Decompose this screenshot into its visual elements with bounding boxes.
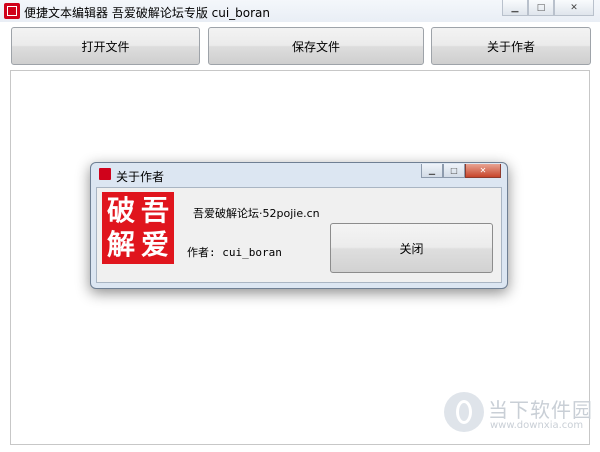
- seal-char: 破: [106, 194, 135, 227]
- window-title: 便捷文本编辑器 吾爱破解论坛专版 cui_boran: [24, 6, 271, 20]
- about-dialog: 关于作者 ▁ □ ✕ 破 吾 解 爱 吾爱破解论坛·52pojie.cn 作者:…: [90, 162, 508, 289]
- seal-char: 吾: [140, 194, 169, 227]
- watermark-name: 当下软件园: [488, 398, 593, 422]
- site-text: 吾爱破解论坛·52pojie.cn: [193, 207, 320, 220]
- author-text: 作者: cui_boran: [187, 246, 282, 259]
- app-icon: [4, 3, 20, 19]
- seal-char: 爱: [140, 228, 169, 261]
- minimize-button[interactable]: ▁: [502, 0, 528, 16]
- 52pojie-seal-logo: 破 吾 解 爱: [102, 192, 174, 264]
- dialog-minimize-button[interactable]: ▁: [421, 164, 443, 178]
- window-titlebar[interactable]: 便捷文本编辑器 吾爱破解论坛专版 cui_boran ▁ □ ✕: [0, 0, 600, 22]
- dialog-maximize-button[interactable]: □: [443, 164, 465, 178]
- dialog-close-x-button[interactable]: ✕: [465, 164, 501, 178]
- maximize-button[interactable]: □: [528, 0, 554, 16]
- watermark-logo-icon: [444, 392, 484, 432]
- dialog-titlebar[interactable]: 关于作者 ▁ □ ✕: [91, 163, 507, 185]
- watermark-url: www.downxia.com: [490, 420, 584, 431]
- close-button[interactable]: ✕: [554, 0, 594, 16]
- open-file-button[interactable]: 打开文件: [11, 27, 200, 65]
- dialog-app-icon: [99, 168, 111, 180]
- seal-char: 解: [106, 228, 135, 261]
- about-author-button[interactable]: 关于作者: [431, 27, 591, 65]
- dialog-title: 关于作者: [116, 170, 165, 184]
- save-file-button[interactable]: 保存文件: [208, 27, 424, 65]
- dialog-close-button[interactable]: 关闭: [330, 223, 493, 273]
- dialog-controls: ▁ □ ✕: [421, 164, 501, 178]
- dialog-body: 破 吾 解 爱 吾爱破解论坛·52pojie.cn 作者: cui_boran …: [96, 187, 502, 283]
- window-controls: ▁ □ ✕: [502, 0, 594, 16]
